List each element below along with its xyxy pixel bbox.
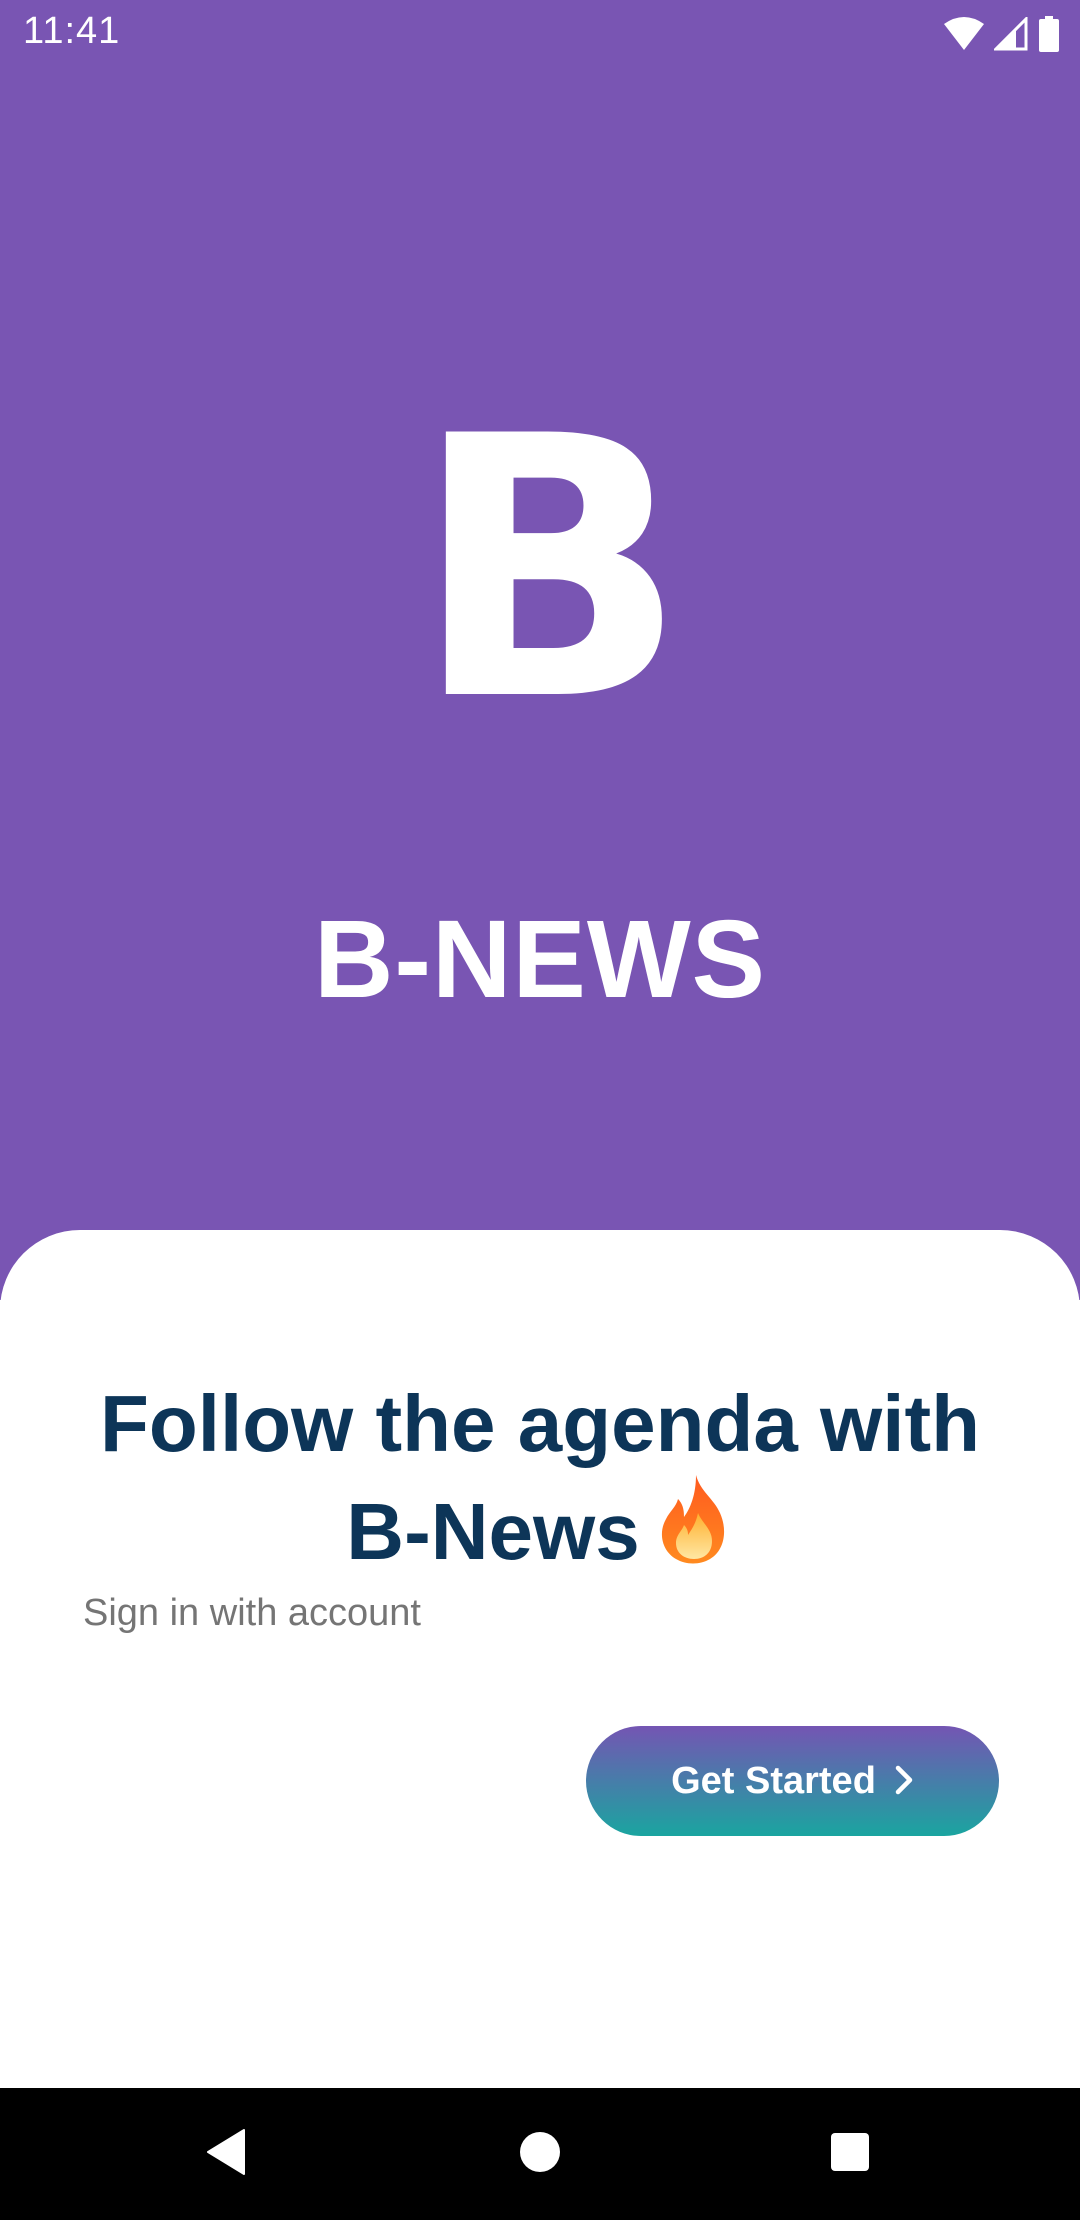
get-started-button[interactable]: Get Started: [586, 1726, 999, 1836]
app-logo: B: [412, 360, 688, 779]
battery-icon: [1038, 16, 1060, 52]
screen: 11:41 B B-NEWS Follow the agenda with B-…: [0, 0, 1080, 2220]
wifi-icon: [944, 16, 984, 52]
recents-icon: [830, 2132, 870, 2177]
home-icon: [519, 2131, 561, 2178]
status-time: 11:41: [23, 10, 121, 52]
back-icon: [204, 2128, 248, 2181]
back-button[interactable]: [160, 2088, 292, 2220]
onboarding-sheet: Follow the agenda with B-News Sign in wi…: [0, 1230, 1080, 2088]
headline: Follow the agenda with B-News: [60, 1375, 1020, 1587]
hero-banner: 11:41 B B-NEWS: [0, 0, 1080, 1300]
subtitle: Sign in with account: [83, 1592, 421, 1634]
chevron-right-icon: [894, 1765, 914, 1798]
cell-signal-icon: [994, 17, 1028, 51]
navigation-bar: [0, 2088, 1080, 2220]
get-started-label: Get Started: [671, 1759, 876, 1802]
status-bar: 11:41: [0, 0, 1080, 66]
home-button[interactable]: [474, 2088, 606, 2220]
fire-icon: [654, 1473, 734, 1587]
status-icons: [944, 14, 1060, 54]
app-name: B-NEWS: [313, 898, 767, 1021]
recents-button[interactable]: [784, 2088, 916, 2220]
headline-text: Follow the agenda with B-News: [100, 1379, 980, 1576]
